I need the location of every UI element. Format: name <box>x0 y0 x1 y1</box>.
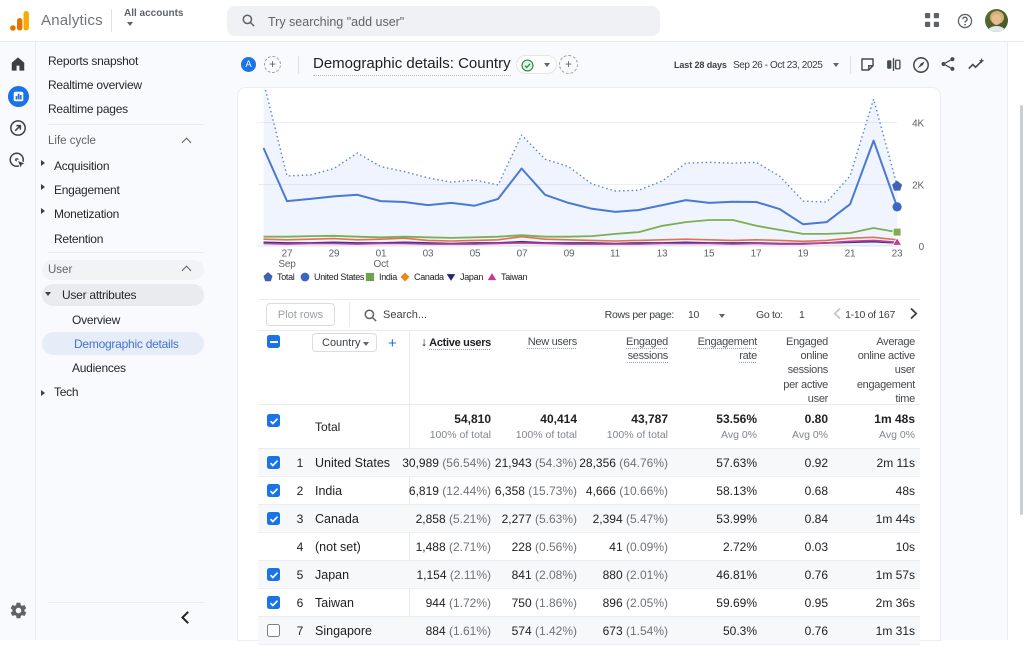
svg-text:2K: 2K <box>912 181 924 192</box>
svg-text:29: 29 <box>329 249 340 260</box>
svg-text:07: 07 <box>517 249 528 260</box>
svg-text:19: 19 <box>798 249 809 260</box>
svg-text:Sep: Sep <box>278 259 296 270</box>
svg-text:27: 27 <box>282 249 293 260</box>
svg-text:21: 21 <box>845 249 856 260</box>
svg-text:0: 0 <box>919 242 925 253</box>
svg-text:13: 13 <box>657 249 668 260</box>
svg-text:11: 11 <box>610 249 621 260</box>
svg-text:09: 09 <box>564 249 575 260</box>
svg-text:01: 01 <box>376 249 387 260</box>
svg-text:17: 17 <box>751 249 762 260</box>
svg-text:Oct: Oct <box>374 259 389 270</box>
svg-text:23: 23 <box>892 249 903 260</box>
svg-text:05: 05 <box>470 249 481 260</box>
svg-text:03: 03 <box>423 249 434 260</box>
svg-text:15: 15 <box>704 249 715 260</box>
svg-text:4K: 4K <box>912 119 924 130</box>
